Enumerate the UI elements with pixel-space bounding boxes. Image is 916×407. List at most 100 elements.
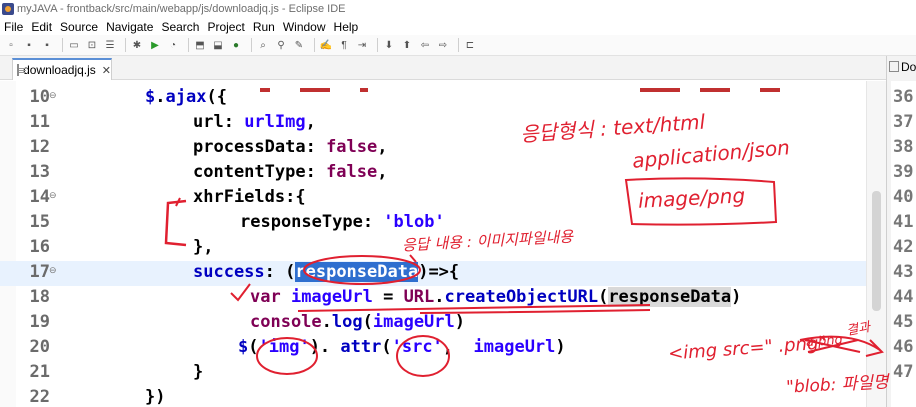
code-token: createObjectURL (444, 287, 599, 307)
vertical-scrollbar[interactable] (866, 81, 886, 407)
menu-run[interactable]: Run (253, 20, 275, 34)
tab-downloadjq[interactable]: downloadjq.js ✕ (12, 58, 112, 80)
file-icon (17, 64, 27, 76)
pin-editor-icon[interactable]: ⊏ (463, 38, 477, 52)
tab-right[interactable]: Dow (889, 60, 916, 74)
fold-toggle-icon[interactable]: ⊖ (49, 90, 57, 101)
code-text: var imageUrl = URL.createObjectURL(respo… (250, 287, 741, 307)
menu-navigate[interactable]: Navigate (106, 20, 153, 34)
code-text: console.log(imageUrl) (250, 312, 465, 332)
prev-annotation-icon[interactable]: ⬆ (400, 38, 414, 52)
code-token: xhrFields:{ (193, 187, 306, 207)
right-line-number: 37 (893, 112, 914, 132)
properties-icon[interactable]: ⊡ (85, 38, 99, 52)
back-icon[interactable]: ⇦ (418, 38, 432, 52)
code-line[interactable]: 13 contentType: false, (0, 161, 866, 186)
code-token: } (193, 362, 204, 382)
forward-icon[interactable]: ⇨ (436, 38, 450, 52)
new-icon[interactable]: ▫ (4, 38, 18, 52)
code-token: ({ (206, 87, 227, 107)
next-annotation-icon[interactable]: ⬇ (382, 38, 396, 52)
code-line[interactable]: 18 var imageUrl = URL.createObjectURL(res… (0, 286, 866, 311)
menu-help[interactable]: Help (334, 20, 359, 34)
code-token: ) (555, 337, 566, 357)
fold-toggle-icon[interactable]: ⊖ (49, 265, 57, 276)
code-token: 'src' (391, 337, 443, 357)
code-token: ) (731, 287, 742, 307)
menu-file[interactable]: File (4, 20, 23, 34)
tasks-icon[interactable]: ☰ (103, 38, 117, 52)
save-all-icon[interactable]: ▪ (40, 38, 54, 52)
code-token: ). (309, 337, 341, 357)
close-icon[interactable]: ✕ (102, 64, 111, 77)
toolbar: ▫ ▪ ▪ ▭ ⊡ ☰ ✱ ▶ ◔ ⬒ ⬓ ● ⌕ ⚲ ✎ ✍ ¶ ⇥ ⬇ ⬆ … (0, 35, 916, 56)
toolbar-separator (314, 38, 315, 52)
block-selection-icon[interactable]: ¶ (337, 38, 351, 52)
code-line[interactable]: 22}) (0, 386, 866, 407)
code-text: url: urlImg, (193, 112, 316, 132)
code-text: contentType: false, (193, 162, 388, 182)
code-token: attr (340, 337, 382, 357)
new-package-icon[interactable]: ⬓ (211, 38, 225, 52)
code-token: $ (145, 87, 156, 107)
code-text: }, (193, 237, 213, 257)
line-number: 19 (29, 312, 50, 332)
code-line[interactable]: 11 url: urlImg, (0, 111, 866, 136)
code-text: xhrFields:{ (193, 187, 306, 207)
code-token: ( (598, 287, 609, 307)
line-number: 18 (29, 287, 50, 307)
scrollbar-thumb[interactable] (872, 191, 881, 311)
code-line[interactable]: 21} (0, 361, 866, 386)
code-line[interactable]: 10 ⊖ $.ajax({ (0, 86, 866, 111)
run-icon[interactable]: ▶ (148, 38, 162, 52)
menu-window[interactable]: Window (283, 20, 326, 34)
terminal-icon[interactable]: ▭ (67, 38, 81, 52)
line-number: 12 (29, 137, 50, 157)
line-number: 17 (29, 262, 50, 282)
line-number: 10 (29, 87, 50, 107)
code-text: processData: false, (193, 137, 388, 157)
right-line-number: 38 (893, 137, 914, 157)
menu-bar: File Edit Source Navigate Search Project Run Wi… (0, 18, 916, 35)
code-token: success (193, 262, 265, 282)
menu-edit[interactable]: Edit (31, 20, 52, 34)
menu-project[interactable]: Project (207, 20, 244, 34)
save-icon[interactable]: ▪ (22, 38, 36, 52)
eclipse-app-icon (2, 3, 14, 15)
new-java-project-icon[interactable]: ⬒ (193, 38, 207, 52)
right-line-number: 42 (893, 237, 914, 257)
coverage-icon[interactable]: ◔ (166, 38, 180, 52)
code-line[interactable]: 19 console.log(imageUrl) (0, 311, 866, 336)
toggle-mark-icon[interactable]: ✍ (319, 38, 333, 52)
new-class-icon[interactable]: ● (229, 38, 243, 52)
code-token: log (331, 312, 363, 332)
code-token: imageUrl (290, 287, 373, 307)
eclipse-window: myJAVA - frontback/src/main/webapp/js/do… (0, 0, 916, 407)
code-token: : ( (264, 262, 296, 282)
menu-search[interactable]: Search (161, 20, 199, 34)
open-type-icon[interactable]: ⌕ (256, 38, 270, 52)
code-token: url: (193, 112, 245, 132)
right-line-number: 36 (893, 87, 914, 107)
pin-icon[interactable]: ✎ (292, 38, 306, 52)
file-icon (889, 61, 899, 72)
code-token: , (377, 137, 388, 157)
code-token: }, (193, 237, 214, 257)
code-text: }) (145, 387, 165, 407)
code-text: $('img'). attr('src', imageUrl) (238, 337, 566, 357)
code-token: false (326, 162, 378, 182)
search-icon[interactable]: ⚲ (274, 38, 288, 52)
right-line-number: 45 (893, 312, 914, 332)
fold-toggle-icon[interactable]: ⊖ (49, 190, 57, 201)
line-number: 22 (29, 387, 50, 407)
toolbar-separator (62, 38, 63, 52)
code-line[interactable]: 17 ⊖ success: (responseData)=>{ (0, 261, 866, 286)
tab-label: downloadjq.js (23, 63, 96, 77)
word-wrap-icon[interactable]: ⇥ (355, 38, 369, 52)
right-line-number: 41 (893, 212, 914, 232)
debug-icon[interactable]: ✱ (130, 38, 144, 52)
menu-source[interactable]: Source (60, 20, 98, 34)
line-number: 20 (29, 337, 50, 357)
code-token: false (326, 137, 378, 157)
toolbar-separator (458, 38, 459, 52)
